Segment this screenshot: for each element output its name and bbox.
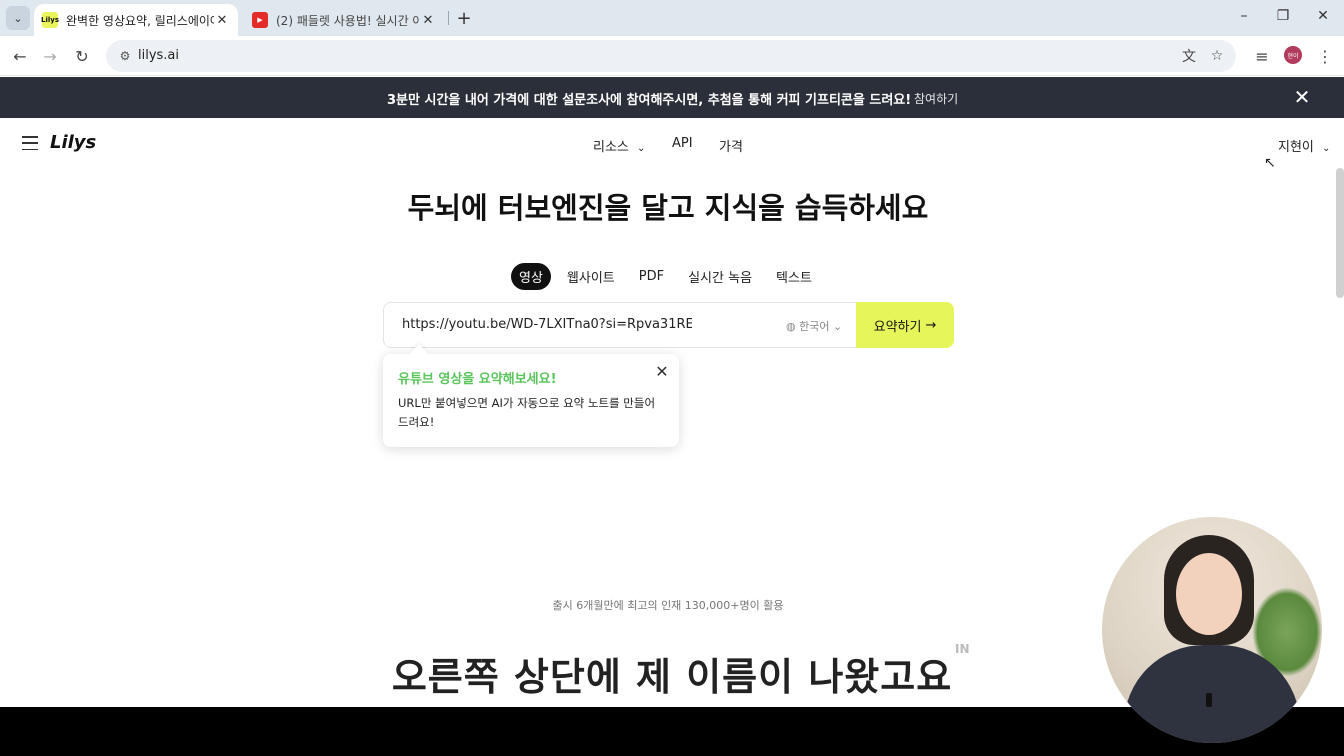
close-tab-icon[interactable]: ✕: [214, 13, 230, 28]
page-scrollbar[interactable]: [1336, 168, 1344, 298]
profile-avatar[interactable]: 현이: [1284, 46, 1302, 64]
forward-icon[interactable]: →: [38, 44, 62, 68]
kebab-menu-icon[interactable]: ⋮: [1313, 44, 1337, 68]
chevron-down-icon: ⌄: [1322, 143, 1331, 154]
nav-pricing[interactable]: 가격: [719, 136, 743, 155]
minimize-icon[interactable]: –: [1234, 8, 1254, 24]
onboarding-tooltip: 유튜브 영상을 요약해보세요! URL만 붙여넣으면 AI가 자동으로 요약 노…: [383, 354, 679, 447]
lilys-logo[interactable]: Lilys: [50, 132, 96, 153]
hero-title: 두뇌에 터보엔진을 달고 지식을 습득하세요: [407, 191, 929, 225]
chevron-down-icon: ⌄: [832, 320, 843, 333]
youtube-favicon-icon: ▶: [252, 12, 268, 28]
summarize-button[interactable]: 요약하기 →: [856, 302, 954, 348]
language-label: 한국어: [799, 320, 830, 333]
source-type-tabs: 영상 웹사이트 PDF 실시간 녹음 텍스트: [511, 263, 820, 291]
tab-live-recording[interactable]: 실시간 녹음: [680, 263, 760, 290]
url-input[interactable]: https://youtu.be/WD-7LXITna0?si=Rpva31RE…: [402, 317, 692, 332]
reload-icon[interactable]: ↻: [70, 44, 94, 68]
new-tab-icon[interactable]: +: [454, 8, 474, 29]
hamburger-menu-icon[interactable]: [22, 136, 38, 150]
chevron-down-icon: ⌄: [637, 143, 646, 154]
tab-website[interactable]: 웹사이트: [559, 263, 623, 290]
back-icon[interactable]: ←: [8, 44, 32, 68]
partial-logo-text: IN: [955, 642, 970, 656]
tooltip-title: 유튜브 영상을 요약해보세요!: [398, 372, 557, 387]
nav-api[interactable]: API: [672, 136, 693, 151]
address-bar[interactable]: ⚙ lilys.ai 文 ☆: [106, 40, 1236, 72]
lilys-favicon-icon: Lilys: [41, 12, 59, 28]
translate-icon[interactable]: 文: [1179, 46, 1199, 66]
nav-resources[interactable]: 리소스 ⌄: [593, 136, 645, 155]
language-select[interactable]: ◍ 한국어 ⌄: [786, 318, 842, 334]
tab-pdf[interactable]: PDF: [631, 263, 672, 290]
tooltip-body: URL만 붙여넣으면 AI가 자동으로 요약 노트를 만들어 드려요!: [398, 396, 656, 429]
close-tab-icon[interactable]: ✕: [420, 13, 436, 28]
site-header: Lilys 리소스 ⌄ API 가격 지현이 ⌄: [0, 118, 1344, 170]
presenter-webcam: [1102, 517, 1322, 743]
site-info-icon[interactable]: ⚙: [114, 45, 136, 67]
user-name: 지현이: [1278, 140, 1314, 155]
tooltip-close-icon[interactable]: ✕: [653, 362, 671, 381]
browser-toolbar: ← → ↻ ⚙ lilys.ai 文 ☆ ≡ 현이 ⋮: [0, 36, 1344, 76]
url-text[interactable]: lilys.ai: [138, 48, 179, 63]
tab-title: 완벽한 영상요약, 릴리스에이아이: [66, 13, 214, 28]
browser-tab-strip: ⌄ Lilys 완벽한 영상요약, 릴리스에이아이 ✕ ▶ (2) 패들렛 사용…: [0, 0, 1344, 36]
banner-text: 3분만 시간을 내어 가격에 대한 설문조사에 참여해주시면, 추첨을 통해 커…: [387, 93, 912, 108]
tab-video[interactable]: 영상: [511, 263, 551, 290]
tab-title: (2) 패들렛 사용법! 실시간 아이: [276, 13, 420, 28]
media-queue-icon[interactable]: ≡: [1250, 44, 1274, 68]
presenter-face: [1176, 553, 1242, 635]
tab-divider: [448, 11, 449, 25]
tab-text[interactable]: 텍스트: [768, 263, 820, 290]
tab-youtube[interactable]: ▶ (2) 패들렛 사용법! 실시간 아이 ✕: [244, 4, 444, 36]
banner-participate-link[interactable]: 참여하기: [914, 90, 958, 107]
summarize-label: 요약하기: [873, 319, 922, 335]
tab-lilys[interactable]: Lilys 완벽한 영상요약, 릴리스에이아이 ✕: [34, 4, 238, 36]
nav-resources-label: 리소스: [593, 140, 629, 155]
url-input-container: https://youtu.be/WD-7LXITna0?si=Rpva31RE…: [383, 302, 857, 348]
globe-icon: ◍: [786, 320, 796, 333]
arrow-right-icon: →: [925, 317, 937, 333]
mouse-pointer-icon: ↖: [1264, 155, 1276, 171]
lapel-mic-icon: [1206, 693, 1212, 707]
announcement-banner: 3분만 시간을 내어 가격에 대한 설문조사에 참여해주시면, 추첨을 통해 커…: [0, 77, 1344, 118]
tab-search-chevron-icon[interactable]: ⌄: [6, 6, 30, 30]
window-close-icon[interactable]: ✕: [1313, 8, 1333, 24]
bookmark-star-icon[interactable]: ☆: [1207, 46, 1227, 66]
user-menu[interactable]: 지현이 ⌄: [1278, 136, 1330, 155]
banner-close-icon[interactable]: ✕: [1292, 85, 1312, 109]
restore-icon[interactable]: ❐: [1273, 8, 1293, 24]
